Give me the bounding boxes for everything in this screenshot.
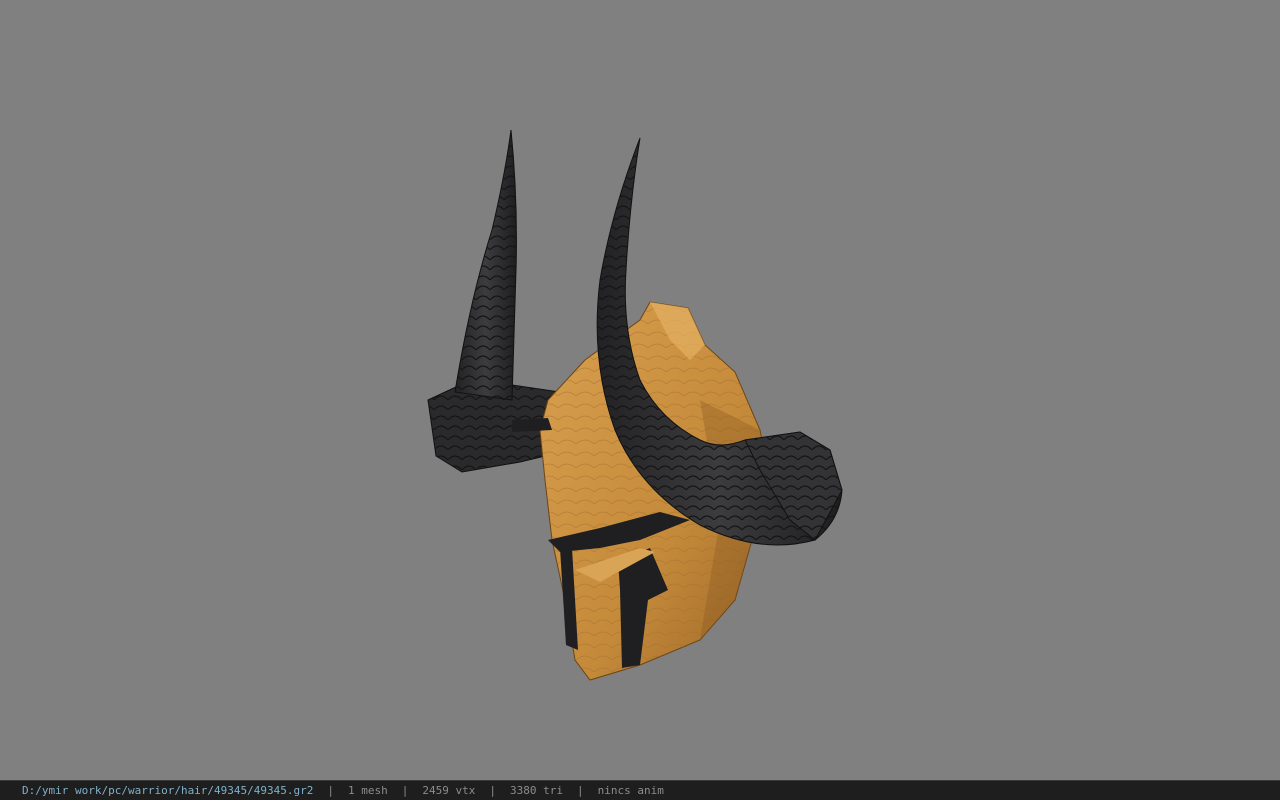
triangle-count-label: 3380 tri xyxy=(510,784,563,797)
status-separator: | xyxy=(489,784,497,797)
mesh-count-label: 1 mesh xyxy=(348,784,388,797)
animation-state-label: nincs anim xyxy=(597,784,664,797)
status-separator: | xyxy=(577,784,584,797)
status-separator: | xyxy=(401,784,409,797)
status-bar: D:/ymir work/pc/warrior/hair/49345/49345… xyxy=(0,780,1280,800)
status-separator: | xyxy=(327,784,335,797)
3d-viewport[interactable] xyxy=(0,0,1280,780)
file-path-label: D:/ymir work/pc/warrior/hair/49345/49345… xyxy=(22,784,314,797)
vertex-count-label: 2459 vtx xyxy=(422,784,476,797)
helmet-model xyxy=(427,129,843,681)
